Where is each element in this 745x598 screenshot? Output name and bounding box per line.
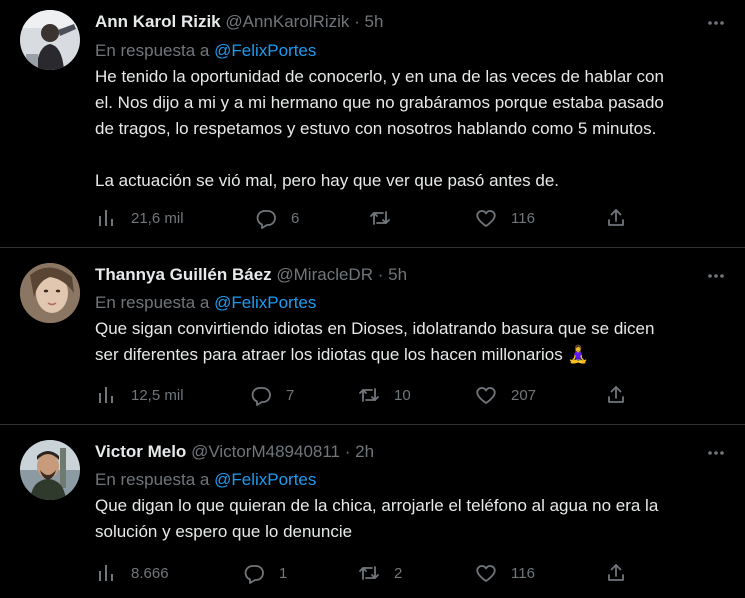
share-icon bbox=[608, 386, 624, 403]
reply-prefix: En respuesta a bbox=[95, 293, 210, 312]
tweet-text-line: He tenido la oportunidad de conocerlo, y… bbox=[95, 67, 664, 86]
tweet[interactable]: Thannya Guillén Báez @MiracleDR · 5h En … bbox=[0, 248, 745, 425]
tweet-header: Victor Melo @VictorM48940811 · 2h bbox=[95, 442, 374, 464]
tweet-text-line: de tragos, lo respetamos y estuvo con no… bbox=[95, 119, 657, 138]
retweet-button[interactable] bbox=[369, 207, 405, 229]
timestamp[interactable]: 5h bbox=[365, 12, 384, 31]
like-count: 116 bbox=[511, 209, 535, 227]
reply-button[interactable]: 1 bbox=[243, 562, 287, 584]
tweet-text-line-with-emoji: ser diferentes para atraer los idiotas q… bbox=[95, 342, 725, 368]
retweet-icon bbox=[370, 211, 390, 225]
retweet-icon bbox=[359, 388, 379, 402]
views-count: 21,6 mil bbox=[131, 209, 184, 227]
reply-context: En respuesta a @FelixPortes bbox=[95, 470, 316, 490]
reply-mention-link[interactable]: @FelixPortes bbox=[214, 470, 316, 489]
retweet-button[interactable]: 2 bbox=[358, 562, 402, 584]
reply-icon bbox=[251, 387, 271, 406]
tweet-text-line: Que sigan convirtiendo idiotas en Dioses… bbox=[95, 319, 655, 338]
author-name[interactable]: Thannya Guillén Báez bbox=[95, 265, 272, 284]
like-count: 116 bbox=[511, 564, 535, 582]
tweet-text-line: solución y espero que lo denuncie bbox=[95, 522, 353, 541]
retweet-count: 2 bbox=[394, 564, 403, 582]
avatar[interactable] bbox=[20, 10, 80, 70]
tweet[interactable]: Ann Karol Rizik @AnnKarolRizik · 5h En r… bbox=[0, 0, 745, 248]
views-button[interactable]: 8.666 bbox=[95, 562, 169, 584]
reply-context: En respuesta a @FelixPortes bbox=[95, 293, 316, 313]
reply-mention-link[interactable]: @FelixPortes bbox=[214, 41, 316, 60]
tweet-text: He tenido la oportunidad de conocerlo, y… bbox=[95, 64, 725, 194]
share-button[interactable] bbox=[605, 384, 627, 406]
tweet-actions: 21,6 mil 6 116 bbox=[95, 207, 635, 229]
timestamp[interactable]: 5h bbox=[388, 265, 407, 284]
tweet[interactable]: Victor Melo @VictorM48940811 · 2h En res… bbox=[0, 425, 745, 598]
reply-icon bbox=[244, 565, 264, 584]
more-options-icon[interactable] bbox=[705, 12, 727, 34]
reply-mention-link[interactable]: @FelixPortes bbox=[214, 293, 316, 312]
share-icon bbox=[608, 564, 624, 581]
reply-prefix: En respuesta a bbox=[95, 41, 210, 60]
meditation-emoji: 🧘‍♀️ bbox=[567, 345, 589, 364]
heart-icon bbox=[476, 387, 496, 404]
avatar[interactable] bbox=[20, 440, 80, 500]
tweet-text-line: ser diferentes para atraer los idiotas q… bbox=[95, 345, 563, 364]
like-button[interactable]: 207 bbox=[475, 384, 536, 406]
views-icon bbox=[99, 565, 113, 581]
like-count: 207 bbox=[511, 386, 537, 404]
heart-icon bbox=[476, 565, 496, 582]
views-icon bbox=[99, 210, 113, 226]
separator: · bbox=[344, 442, 351, 461]
tweet-text-line bbox=[95, 142, 725, 168]
share-icon bbox=[608, 209, 624, 226]
retweet-icon bbox=[359, 566, 379, 580]
author-handle[interactable]: @AnnKarolRizik bbox=[225, 12, 349, 31]
more-options-icon[interactable] bbox=[705, 265, 727, 287]
heart-icon bbox=[476, 210, 496, 227]
reply-count: 6 bbox=[291, 209, 300, 227]
tweet-header: Ann Karol Rizik @AnnKarolRizik · 5h bbox=[95, 12, 383, 34]
separator: · bbox=[377, 265, 384, 284]
reply-button[interactable]: 6 bbox=[255, 207, 299, 229]
tweet-actions: 8.666 1 2 116 bbox=[95, 562, 635, 584]
reply-icon bbox=[256, 210, 276, 229]
views-count: 12,5 mil bbox=[131, 386, 184, 404]
views-icon bbox=[99, 387, 113, 403]
like-button[interactable]: 116 bbox=[475, 207, 535, 229]
tweet-text: Que sigan convirtiendo idiotas en Dioses… bbox=[95, 316, 725, 368]
author-name[interactable]: Victor Melo bbox=[95, 442, 186, 461]
retweet-count: 10 bbox=[394, 386, 411, 404]
tweet-text-line: el. Nos dijo a mi y a mi hermano que no … bbox=[95, 93, 664, 112]
reply-count: 1 bbox=[279, 564, 288, 582]
views-count: 8.666 bbox=[131, 564, 169, 582]
author-handle[interactable]: @MiracleDR bbox=[276, 265, 373, 284]
author-name[interactable]: Ann Karol Rizik bbox=[95, 12, 221, 31]
more-options-icon[interactable] bbox=[705, 442, 727, 464]
share-button[interactable] bbox=[605, 207, 627, 229]
tweet-text-line: Que digan lo que quieran de la chica, ar… bbox=[95, 496, 659, 515]
reply-context: En respuesta a @FelixPortes bbox=[95, 41, 316, 61]
reply-button[interactable]: 7 bbox=[250, 384, 294, 406]
reply-prefix: En respuesta a bbox=[95, 470, 210, 489]
share-button[interactable] bbox=[605, 562, 627, 584]
reply-count: 7 bbox=[286, 386, 295, 404]
separator: · bbox=[354, 12, 360, 31]
retweet-button[interactable]: 10 bbox=[358, 384, 411, 406]
author-handle[interactable]: @VictorM48940811 bbox=[191, 442, 340, 461]
views-button[interactable]: 21,6 mil bbox=[95, 207, 184, 229]
tweet-text: Que digan lo que quieran de la chica, ar… bbox=[95, 493, 725, 545]
tweet-text-line: La actuación se vió mal, pero hay que ve… bbox=[95, 171, 560, 190]
views-button[interactable]: 12,5 mil bbox=[95, 384, 184, 406]
tweet-header: Thannya Guillén Báez @MiracleDR · 5h bbox=[95, 265, 407, 287]
timestamp[interactable]: 2h bbox=[355, 442, 374, 461]
avatar[interactable] bbox=[20, 263, 80, 323]
tweet-actions: 12,5 mil 7 10 207 bbox=[95, 384, 635, 406]
like-button[interactable]: 116 bbox=[475, 562, 535, 584]
